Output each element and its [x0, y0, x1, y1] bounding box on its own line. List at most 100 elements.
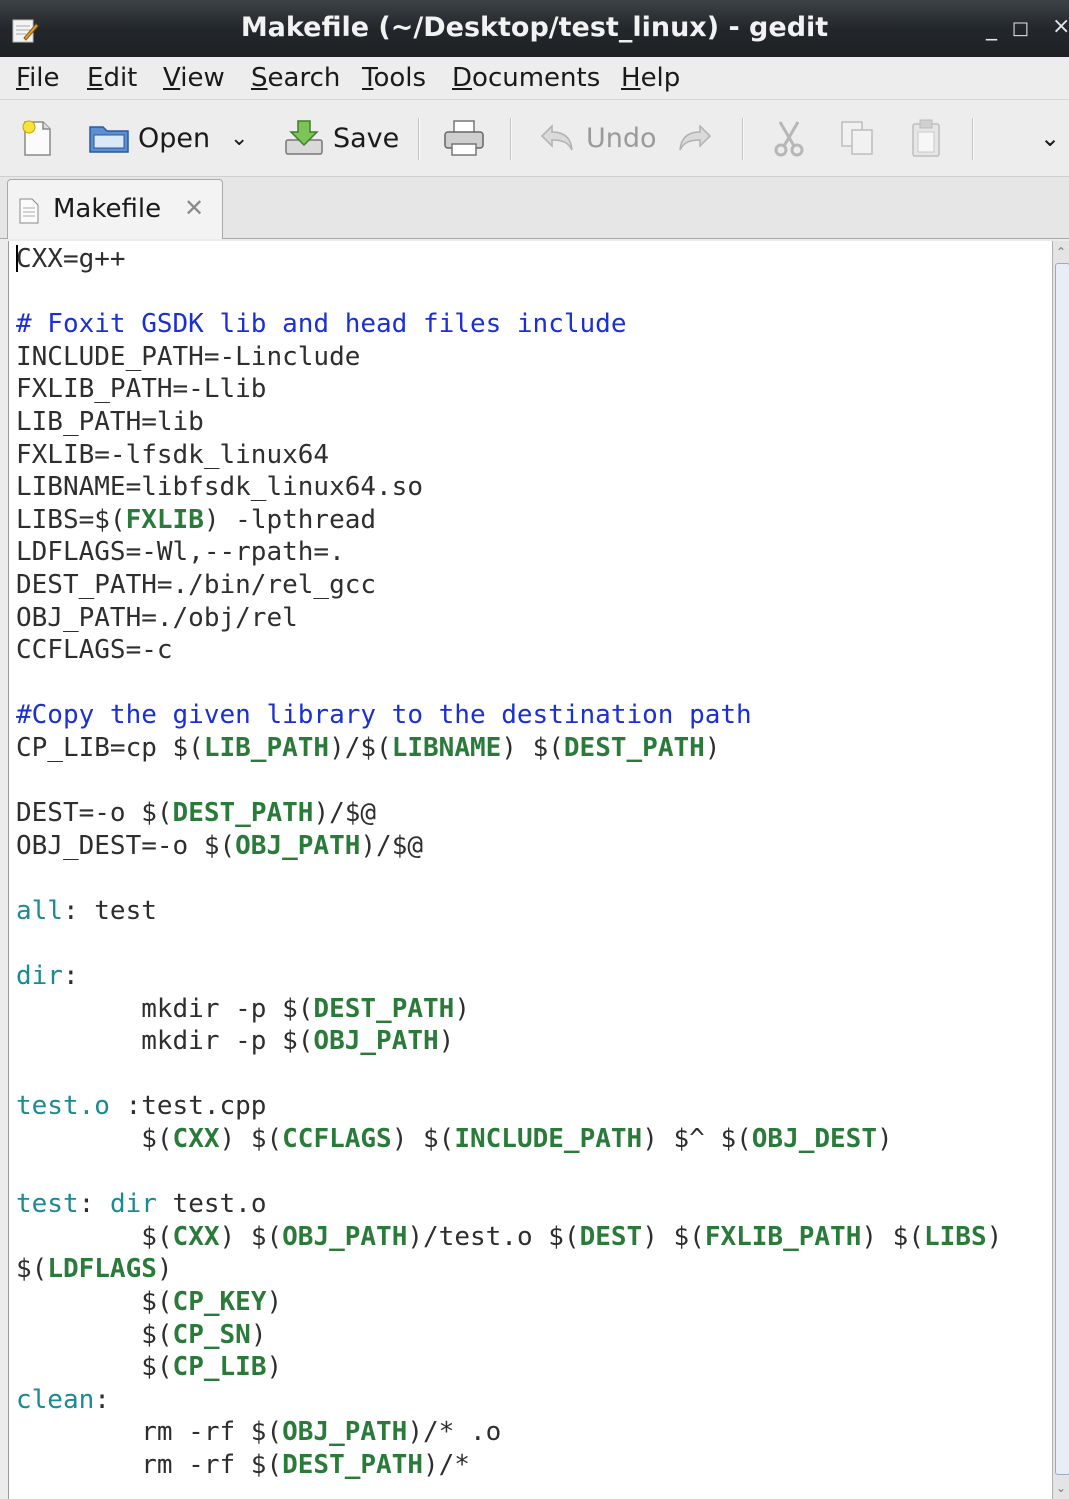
menu-edit[interactable]: Edit: [87, 63, 137, 93]
undo-button[interactable]: Undo: [538, 116, 657, 160]
code-text: ) $(: [861, 1221, 924, 1252]
open-button[interactable]: Open: [88, 116, 210, 160]
toolbar-overflow-button[interactable]: ⌄: [1040, 116, 1060, 160]
scissors-icon: [774, 121, 804, 157]
code-line[interactable]: CXX=g++: [16, 243, 1002, 276]
close-window-button[interactable]: ×: [1052, 14, 1069, 39]
code-line[interactable]: [16, 1058, 1002, 1091]
menu-file[interactable]: File: [16, 63, 60, 93]
code-text: ): [266, 1287, 283, 1317]
code-text: $(: [16, 1352, 173, 1383]
code-line[interactable]: test.o :test.cpp: [16, 1090, 1002, 1123]
code-text: LDFLAGS=-Wl,--rpath=.: [16, 537, 345, 568]
code-text: DEST=-o $(: [16, 798, 173, 829]
code-text: mkdir -p $(: [16, 1026, 314, 1057]
code-line[interactable]: rm -rf $(DEST_PATH)/*: [16, 1449, 1002, 1482]
code-line[interactable]: [16, 927, 1002, 960]
code-text: rm -rf $(: [16, 1449, 283, 1480]
code-line[interactable]: mkdir -p $(DEST_PATH): [16, 993, 1002, 1026]
cut-button[interactable]: [770, 116, 808, 160]
code-variable: DEST: [579, 1221, 643, 1252]
code-line[interactable]: test: dir test.o: [16, 1188, 1002, 1221]
menu-view[interactable]: View: [163, 63, 225, 93]
code-line[interactable]: $(CP_SN): [16, 1319, 1002, 1352]
chevron-down-icon: ⌄: [230, 125, 249, 151]
code-line[interactable]: $(LDFLAGS): [16, 1253, 1002, 1286]
code-line[interactable]: [16, 276, 1002, 309]
vertical-scrollbar[interactable]: ⌃ ⌄: [1052, 241, 1069, 1499]
menu-help[interactable]: Help: [621, 63, 680, 93]
toolbar-separator: [418, 118, 420, 160]
new-document-icon: [22, 120, 51, 156]
code-text: FXLIB_PATH=-Llib: [16, 374, 267, 405]
menu-help-label: elp: [640, 63, 681, 93]
text-editor[interactable]: CXX=g++ # Foxit GSDK lib and head files i…: [8, 241, 1052, 1499]
code-line[interactable]: [16, 1156, 1002, 1189]
scrollbar-thumb[interactable]: [1055, 263, 1069, 1475]
code-line[interactable]: $(CXX) $(CCFLAGS) $(INCLUDE_PATH) $^ $(O…: [16, 1123, 1002, 1156]
code-line[interactable]: CCFLAGS=-c: [16, 634, 1002, 667]
new-document-button[interactable]: [18, 116, 56, 160]
close-tab-icon[interactable]: ✕: [184, 194, 204, 222]
code-line[interactable]: FXLIB=-lfsdk_linux64: [16, 439, 1002, 472]
code-variable: OBJ_DEST: [751, 1124, 877, 1155]
code-text: $(: [16, 1221, 173, 1252]
document-tabs: Makefile ✕: [0, 177, 1069, 239]
code-line[interactable]: $(CXX) $(OBJ_PATH)/test.o $(DEST) $(FXLI…: [16, 1221, 1002, 1254]
menu-documents[interactable]: Documents: [452, 63, 600, 93]
code-variable: LIB_PATH: [203, 732, 330, 763]
code-text: LIBNAME=libfsdk_linux64.so: [16, 472, 423, 503]
code-line[interactable]: CP_LIB=cp $(LIB_PATH)/$(LIBNAME) $(DEST_…: [16, 732, 1002, 765]
menu-search[interactable]: Search: [251, 63, 340, 93]
code-line[interactable]: DEST=-o $(DEST_PATH)/$@: [16, 797, 1002, 830]
save-button[interactable]: Save: [283, 116, 399, 160]
open-button-label: Open: [138, 122, 211, 154]
code-line[interactable]: [16, 667, 1002, 700]
code-variable: LDFLAGS: [47, 1254, 157, 1285]
code-line[interactable]: rm -rf $(OBJ_PATH)/* .o: [16, 1416, 1002, 1449]
scroll-down-arrow-icon[interactable]: ⌄: [1056, 1481, 1066, 1495]
minimize-button[interactable]: _: [986, 16, 997, 41]
menu-tools[interactable]: Tools: [362, 63, 426, 93]
code-line[interactable]: $(CP_KEY): [16, 1286, 1002, 1319]
code-line[interactable]: [16, 862, 1002, 895]
menu-documents-mnemonic: D: [452, 63, 473, 93]
print-button[interactable]: [442, 116, 486, 160]
code-line[interactable]: LIBS=$(FXLIB) -lpthread: [16, 504, 1002, 537]
redo-button[interactable]: [674, 116, 714, 160]
code-text: :: [94, 1384, 110, 1415]
code-line[interactable]: [16, 765, 1002, 798]
menu-edit-mnemonic: E: [87, 63, 104, 93]
code-line[interactable]: OBJ_DEST=-o $(OBJ_PATH)/$@: [16, 830, 1002, 863]
code-view[interactable]: CXX=g++ # Foxit GSDK lib and head files i…: [16, 243, 1002, 1482]
tab-makefile[interactable]: Makefile ✕: [7, 179, 223, 239]
maximize-button[interactable]: □: [1012, 18, 1029, 39]
code-variable: OBJ_PATH: [282, 1417, 408, 1448]
code-line[interactable]: LIBNAME=libfsdk_linux64.so: [16, 471, 1002, 504]
code-line[interactable]: DEST_PATH=./bin/rel_gcc: [16, 569, 1002, 602]
code-target: clean: [16, 1384, 95, 1415]
scroll-up-arrow-icon[interactable]: ⌃: [1056, 245, 1066, 259]
code-line[interactable]: $(CP_LIB): [16, 1351, 1002, 1384]
toolbar: Open ⌄ Save Undo ⌄: [0, 100, 1069, 177]
code-line[interactable]: LIB_PATH=lib: [16, 406, 1002, 439]
menu-tools-label: ools: [373, 63, 427, 93]
code-line[interactable]: LDFLAGS=-Wl,--rpath=.: [16, 536, 1002, 569]
code-line[interactable]: dir:: [16, 960, 1002, 993]
code-variable: CP_KEY: [172, 1287, 267, 1317]
code-line[interactable]: OBJ_PATH=./obj/rel: [16, 602, 1002, 635]
code-line[interactable]: all: test: [16, 895, 1002, 928]
undo-icon: [540, 124, 573, 151]
open-recent-dropdown[interactable]: ⌄: [230, 116, 248, 160]
code-line[interactable]: clean:: [16, 1384, 1002, 1417]
redo-icon: [679, 124, 712, 151]
code-line[interactable]: INCLUDE_PATH=-Linclude: [16, 341, 1002, 374]
code-line[interactable]: mkdir -p $(OBJ_PATH): [16, 1025, 1002, 1058]
code-text: FXLIB=-lfsdk_linux64: [16, 439, 330, 470]
copy-button[interactable]: [838, 116, 876, 160]
code-line[interactable]: FXLIB_PATH=-Llib: [16, 373, 1002, 406]
code-line[interactable]: # Foxit GSDK lib and head files include: [16, 308, 1002, 341]
code-line[interactable]: #Copy the given library to the destinati…: [16, 699, 1002, 732]
code-variable: CP_LIB: [172, 1352, 267, 1383]
paste-button[interactable]: [908, 116, 946, 160]
